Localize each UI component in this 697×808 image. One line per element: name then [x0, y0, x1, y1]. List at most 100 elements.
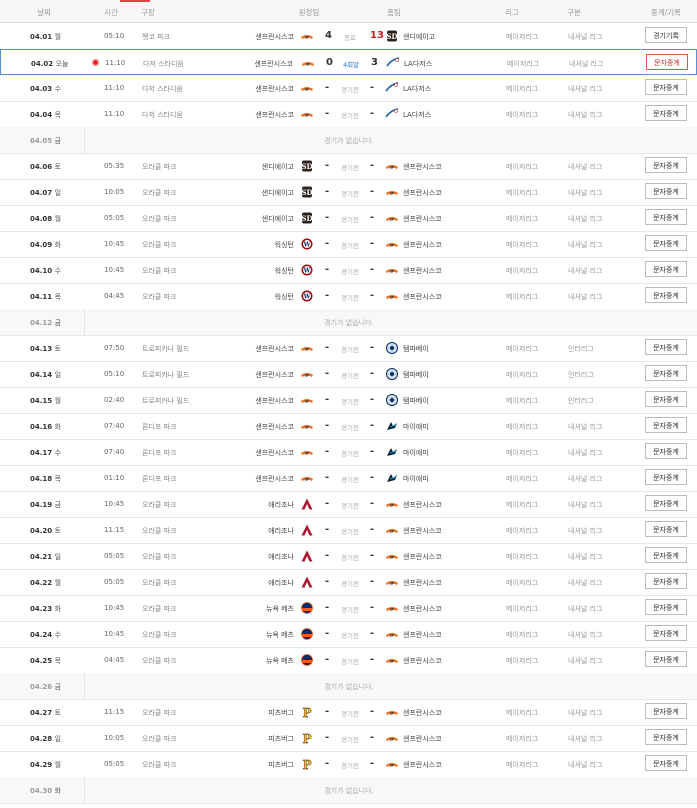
- away-team-name[interactable]: 뉴욕 메츠: [266, 630, 294, 640]
- home-team-name[interactable]: 샌디에이고: [403, 32, 435, 42]
- away-team-name[interactable]: 워싱턴: [275, 292, 294, 302]
- giants-logo-icon[interactable]: SF: [300, 420, 314, 432]
- text-relay-button[interactable]: 문자중계: [645, 495, 687, 511]
- game-record-button[interactable]: 경기기록: [645, 27, 687, 43]
- nationals-logo-icon[interactable]: W: [300, 290, 314, 302]
- marlins-logo-icon[interactable]: [385, 420, 399, 432]
- away-team-name[interactable]: 샌프란시스코: [255, 448, 294, 458]
- rays-logo-icon[interactable]: [385, 368, 399, 380]
- text-relay-button[interactable]: 문자중계: [645, 521, 687, 537]
- away-team-name[interactable]: 샌프란시스코: [254, 59, 293, 69]
- home-team-name[interactable]: 샌프란시스코: [403, 630, 442, 640]
- padres-logo-icon[interactable]: SD: [300, 160, 314, 172]
- text-relay-button[interactable]: 문자중계: [645, 183, 687, 199]
- marlins-logo-icon[interactable]: [385, 472, 399, 484]
- home-team-name[interactable]: 샌프란시스코: [403, 552, 442, 562]
- giants-logo-icon[interactable]: SF: [385, 550, 399, 562]
- dodgers-logo-icon[interactable]: [385, 108, 399, 120]
- away-team-name[interactable]: 샌프란시스코: [255, 474, 294, 484]
- home-team-name[interactable]: 마이애미: [403, 474, 429, 484]
- home-team-name[interactable]: 샌프란시스코: [403, 526, 442, 536]
- away-team-name[interactable]: 샌디에이고: [262, 162, 294, 172]
- home-team-name[interactable]: LA다저스: [404, 59, 432, 69]
- padres-logo-icon[interactable]: SD: [300, 186, 314, 198]
- giants-logo-icon[interactable]: SF: [385, 602, 399, 614]
- text-relay-button[interactable]: 문자중계: [645, 547, 687, 563]
- text-relay-button[interactable]: 문자중계: [646, 54, 688, 70]
- giants-logo-icon[interactable]: SF: [300, 30, 314, 42]
- giants-logo-icon[interactable]: SF: [300, 368, 314, 380]
- away-team-name[interactable]: 샌디에이고: [262, 214, 294, 224]
- giants-logo-icon[interactable]: SF: [385, 732, 399, 744]
- rays-logo-icon[interactable]: [385, 342, 399, 354]
- text-relay-button[interactable]: 문자중계: [645, 443, 687, 459]
- text-relay-button[interactable]: 문자중계: [645, 755, 687, 771]
- home-team-name[interactable]: 샌프란시스코: [403, 734, 442, 744]
- giants-logo-icon[interactable]: SF: [385, 212, 399, 224]
- giants-logo-icon[interactable]: SF: [301, 57, 315, 69]
- giants-logo-icon[interactable]: SF: [385, 238, 399, 250]
- away-team-name[interactable]: 피츠버그: [268, 760, 294, 770]
- text-relay-button[interactable]: 문자중계: [645, 729, 687, 745]
- text-relay-button[interactable]: 문자중계: [645, 105, 687, 121]
- giants-logo-icon[interactable]: SF: [300, 108, 314, 120]
- home-team-name[interactable]: 마이애미: [403, 448, 429, 458]
- text-relay-button[interactable]: 문자중계: [645, 599, 687, 615]
- home-team-name[interactable]: 탬파베이: [403, 344, 429, 354]
- dodgers-logo-icon[interactable]: [385, 82, 399, 94]
- away-team-name[interactable]: 피츠버그: [268, 734, 294, 744]
- away-team-name[interactable]: 샌프란시스코: [255, 344, 294, 354]
- home-team-name[interactable]: 마이애미: [403, 422, 429, 432]
- giants-logo-icon[interactable]: SF: [385, 758, 399, 770]
- padres-logo-icon[interactable]: SD: [385, 30, 399, 42]
- giants-logo-icon[interactable]: SF: [385, 264, 399, 276]
- dbacks-logo-icon[interactable]: [300, 576, 314, 588]
- text-relay-button[interactable]: 문자중계: [645, 573, 687, 589]
- away-team-name[interactable]: 샌프란시스코: [255, 110, 294, 120]
- text-relay-button[interactable]: 문자중계: [645, 625, 687, 641]
- away-team-name[interactable]: 샌프란시스코: [255, 84, 294, 94]
- nationals-logo-icon[interactable]: W: [300, 238, 314, 250]
- home-team-name[interactable]: 샌프란시스코: [403, 604, 442, 614]
- away-team-name[interactable]: 애리조나: [268, 526, 294, 536]
- giants-logo-icon[interactable]: SF: [300, 394, 314, 406]
- home-team-name[interactable]: 샌프란시스코: [403, 266, 442, 276]
- text-relay-button[interactable]: 문자중계: [645, 469, 687, 485]
- giants-logo-icon[interactable]: SF: [385, 498, 399, 510]
- nationals-logo-icon[interactable]: W: [300, 264, 314, 276]
- marlins-logo-icon[interactable]: [385, 446, 399, 458]
- giants-logo-icon[interactable]: SF: [385, 576, 399, 588]
- home-team-name[interactable]: 샌프란시스코: [403, 292, 442, 302]
- giants-logo-icon[interactable]: SF: [385, 186, 399, 198]
- home-team-name[interactable]: 샌프란시스코: [403, 240, 442, 250]
- home-team-name[interactable]: LA다저스: [403, 110, 431, 120]
- home-team-name[interactable]: 샌프란시스코: [403, 188, 442, 198]
- home-team-name[interactable]: LA다저스: [403, 84, 431, 94]
- mets-logo-icon[interactable]: [300, 654, 314, 666]
- away-team-name[interactable]: 애리조나: [268, 500, 294, 510]
- text-relay-button[interactable]: 문자중계: [645, 235, 687, 251]
- home-team-name[interactable]: 샌프란시스코: [403, 708, 442, 718]
- home-team-name[interactable]: 샌프란시스코: [403, 578, 442, 588]
- giants-logo-icon[interactable]: SF: [385, 706, 399, 718]
- dodgers-logo-icon[interactable]: [386, 57, 400, 69]
- dbacks-logo-icon[interactable]: [300, 498, 314, 510]
- away-team-name[interactable]: 애리조나: [268, 552, 294, 562]
- text-relay-button[interactable]: 문자중계: [645, 339, 687, 355]
- away-team-name[interactable]: 샌프란시스코: [255, 370, 294, 380]
- text-relay-button[interactable]: 문자중계: [645, 261, 687, 277]
- text-relay-button[interactable]: 문자중계: [645, 365, 687, 381]
- home-team-name[interactable]: 탬파베이: [403, 396, 429, 406]
- mets-logo-icon[interactable]: [300, 602, 314, 614]
- away-team-name[interactable]: 뉴욕 메츠: [266, 656, 294, 666]
- away-team-name[interactable]: 샌디에이고: [262, 188, 294, 198]
- home-team-name[interactable]: 샌프란시스코: [403, 162, 442, 172]
- away-team-name[interactable]: 워싱턴: [275, 240, 294, 250]
- away-team-name[interactable]: 샌프란시스코: [255, 422, 294, 432]
- giants-logo-icon[interactable]: SF: [385, 290, 399, 302]
- home-team-name[interactable]: 샌프란시스코: [403, 760, 442, 770]
- giants-logo-icon[interactable]: SF: [300, 472, 314, 484]
- away-team-name[interactable]: 워싱턴: [275, 266, 294, 276]
- away-team-name[interactable]: 샌프란시스코: [255, 32, 294, 42]
- dbacks-logo-icon[interactable]: [300, 550, 314, 562]
